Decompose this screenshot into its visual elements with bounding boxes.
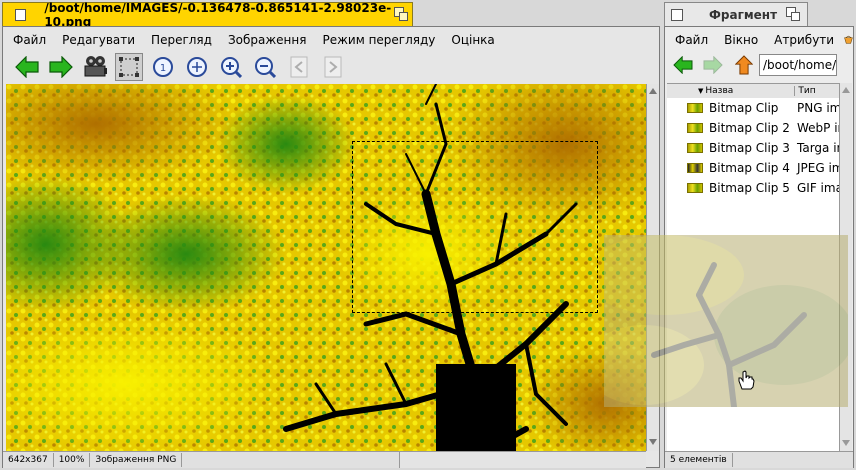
forward-button[interactable] bbox=[47, 53, 75, 81]
fragment-navbar: /boot/home/I bbox=[673, 54, 837, 76]
image-thumbnail-icon bbox=[687, 143, 703, 153]
back-button[interactable] bbox=[13, 53, 41, 81]
status-image-type: Зображення PNG bbox=[90, 453, 183, 467]
main-window-tab[interactable]: /boot/home/IMAGES/-0.136478-0.865141-2.9… bbox=[2, 0, 413, 29]
image-thumbnail-icon bbox=[687, 103, 703, 113]
arrow-left-icon[interactable] bbox=[673, 56, 693, 74]
menu-view-mode[interactable]: Режим перегляду bbox=[314, 33, 443, 47]
main-window: Файл Редагувати Перегляд Зображення Режи… bbox=[2, 26, 660, 468]
arrow-up-icon[interactable] bbox=[735, 55, 753, 75]
fragment-menu-file[interactable]: Файл bbox=[665, 33, 716, 47]
fragment-menu-attributes[interactable]: Атрибути bbox=[766, 33, 842, 47]
arrow-left-icon bbox=[15, 56, 39, 78]
image-thumbnail-icon bbox=[687, 123, 703, 133]
zoom-in-icon bbox=[221, 57, 242, 78]
close-button[interactable] bbox=[15, 8, 27, 21]
drag-preview bbox=[604, 235, 848, 407]
main-toolbar: 1 bbox=[13, 53, 353, 81]
list-item[interactable]: Bitmap Clip PNG im bbox=[687, 98, 839, 118]
hand-cursor-icon bbox=[738, 370, 755, 390]
fragment-zoom-button[interactable] bbox=[786, 7, 800, 21]
original-size-button[interactable]: 1 bbox=[149, 53, 177, 81]
svg-text:1: 1 bbox=[160, 63, 166, 74]
fragment-item-count: 5 елементів bbox=[665, 453, 733, 467]
image-canvas[interactable] bbox=[6, 84, 646, 451]
fragment-menubar: Файл Вікно Атрибути bbox=[665, 29, 853, 51]
fragment-window-title: Фрагмент bbox=[709, 7, 778, 22]
status-image-size: 642x367 bbox=[3, 453, 54, 467]
zoom-out-button[interactable] bbox=[251, 53, 279, 81]
image-thumbnail-icon bbox=[687, 183, 703, 193]
list-item[interactable]: Bitmap Clip 3 Targa im bbox=[687, 138, 839, 158]
zoom-out-icon bbox=[255, 57, 276, 78]
column-name-header[interactable]: Назва bbox=[705, 86, 796, 96]
main-window-title: /boot/home/IMAGES/-0.136478-0.865141-2.9… bbox=[44, 0, 392, 29]
list-item[interactable]: Bitmap Clip 4 JPEG im bbox=[687, 158, 839, 178]
fragment-close-button[interactable] bbox=[671, 8, 683, 21]
arrow-right-icon[interactable] bbox=[703, 56, 723, 74]
page-prev-icon bbox=[290, 56, 308, 78]
previous-page-button[interactable] bbox=[285, 53, 313, 81]
selection-rectangle[interactable] bbox=[352, 141, 598, 313]
column-header: ▼ Назва Тип bbox=[667, 83, 839, 99]
arrow-right-icon bbox=[49, 56, 73, 78]
selection-icon bbox=[119, 57, 139, 77]
select-tool-button[interactable] bbox=[115, 53, 143, 81]
menu-image[interactable]: Зображення bbox=[220, 33, 315, 47]
slideshow-button[interactable] bbox=[81, 53, 109, 81]
menu-view[interactable]: Перегляд bbox=[143, 33, 220, 47]
list-item[interactable]: Bitmap Clip 2 WebP im bbox=[687, 118, 839, 138]
next-page-button[interactable] bbox=[319, 53, 347, 81]
main-horizontal-scrollbar[interactable] bbox=[399, 451, 646, 468]
fragment-window-tab[interactable]: Фрагмент bbox=[664, 2, 808, 26]
zoom-original-icon: 1 bbox=[153, 57, 173, 77]
column-type-header[interactable]: Тип bbox=[798, 86, 815, 96]
status-zoom: 100% bbox=[54, 453, 91, 467]
fit-window-button[interactable] bbox=[183, 53, 211, 81]
sort-indicator-icon: ▼ bbox=[698, 87, 704, 95]
menu-edit[interactable]: Редагувати bbox=[54, 33, 143, 47]
zoom-button[interactable] bbox=[394, 7, 408, 21]
list-item[interactable]: Bitmap Clip 5 GIF ima bbox=[687, 178, 839, 198]
fragment-menu-window[interactable]: Вікно bbox=[716, 33, 766, 47]
page-next-icon bbox=[324, 56, 342, 78]
main-menubar: Файл Редагувати Перегляд Зображення Режи… bbox=[3, 29, 503, 51]
film-projector-icon bbox=[84, 56, 107, 77]
image-thumbnail-icon bbox=[687, 163, 703, 173]
tracker-icon[interactable] bbox=[844, 33, 853, 47]
zoom-in-button[interactable] bbox=[217, 53, 245, 81]
menu-rating[interactable]: Оцінка bbox=[443, 33, 502, 47]
menu-file[interactable]: Файл bbox=[3, 33, 54, 47]
path-field[interactable]: /boot/home/I bbox=[759, 54, 837, 76]
fragment-statusbar: 5 елементів bbox=[665, 451, 853, 468]
zoom-fit-icon bbox=[187, 57, 207, 77]
